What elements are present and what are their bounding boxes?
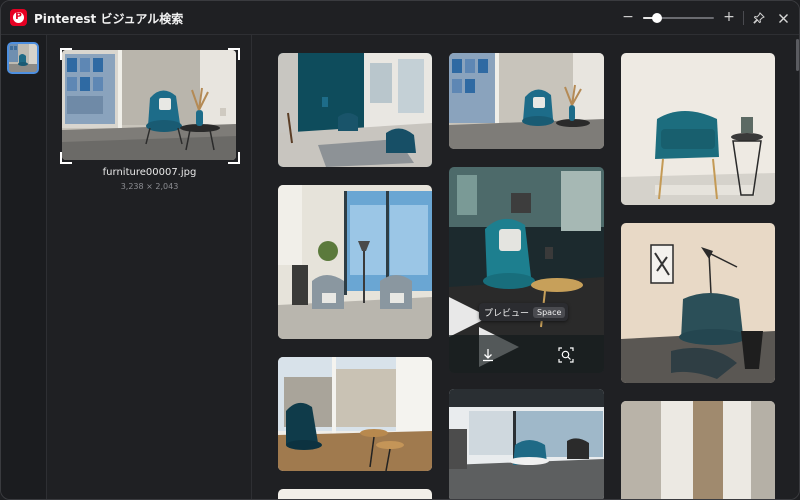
result-card[interactable] [449,53,604,149]
result-card[interactable] [621,223,775,383]
pin-button[interactable] [750,9,768,27]
query-thumbnail-image [9,44,37,72]
crop-handle-top-left[interactable] [60,48,72,60]
result-card[interactable] [621,53,775,205]
results-grid [252,35,799,499]
zoom-in-button[interactable]: + [720,8,738,26]
zoom-out-button[interactable]: − [619,8,637,26]
logo-letter: P [13,12,24,23]
result-image [278,489,432,499]
file-name: furniture00007.jpg [102,167,197,178]
result-card[interactable] [278,357,432,471]
result-card[interactable] [278,185,432,339]
query-thumbnail-strip [1,35,47,499]
app-window: P Pinterest ビジュアル検索 − + furniture00007.j… [0,0,800,500]
result-image [621,53,775,205]
query-panel: furniture00007.jpg 3,238 × 2,043 [47,35,252,499]
zoom-slider[interactable] [643,13,714,23]
result-image [278,53,432,167]
result-image [621,401,775,499]
result-card[interactable] [278,489,432,499]
download-button[interactable] [479,346,497,364]
result-card[interactable] [449,389,604,499]
result-card[interactable] [621,401,775,499]
visual-search-icon [558,347,574,363]
result-image [621,223,775,383]
query-image[interactable] [62,50,236,160]
results-scrollbar[interactable] [796,39,799,71]
window-title: Pinterest ビジュアル検索 [34,12,184,26]
title-bar: P Pinterest ビジュアル検索 − + [1,1,799,35]
query-thumbnail[interactable] [7,42,39,74]
result-card[interactable] [278,53,432,167]
result-card[interactable] [449,167,604,373]
download-icon [483,349,493,362]
result-image [449,53,604,149]
zoom-slider-thumb[interactable] [652,13,663,23]
close-button[interactable] [774,9,792,27]
result-image [449,167,604,373]
visual-search-button[interactable] [557,346,575,364]
crop-handle-top-right[interactable] [228,48,240,60]
result-image [449,389,604,499]
result-image [278,185,432,339]
preview-shortcut-key: Space [533,306,566,318]
crop-handle-bottom-right[interactable] [228,152,240,164]
pinterest-logo-icon: P [10,9,27,26]
query-image-graphic [62,50,236,160]
result-image [278,357,432,471]
toolbar-divider [743,11,744,25]
file-dimensions: 3,238 × 2,043 [120,182,179,191]
preview-tooltip-label: プレビュー [484,308,530,319]
close-icon [778,13,788,23]
pin-icon [753,12,765,24]
crop-handle-bottom-left[interactable] [60,152,72,164]
preview-tooltip: プレビュー Space [479,303,569,321]
